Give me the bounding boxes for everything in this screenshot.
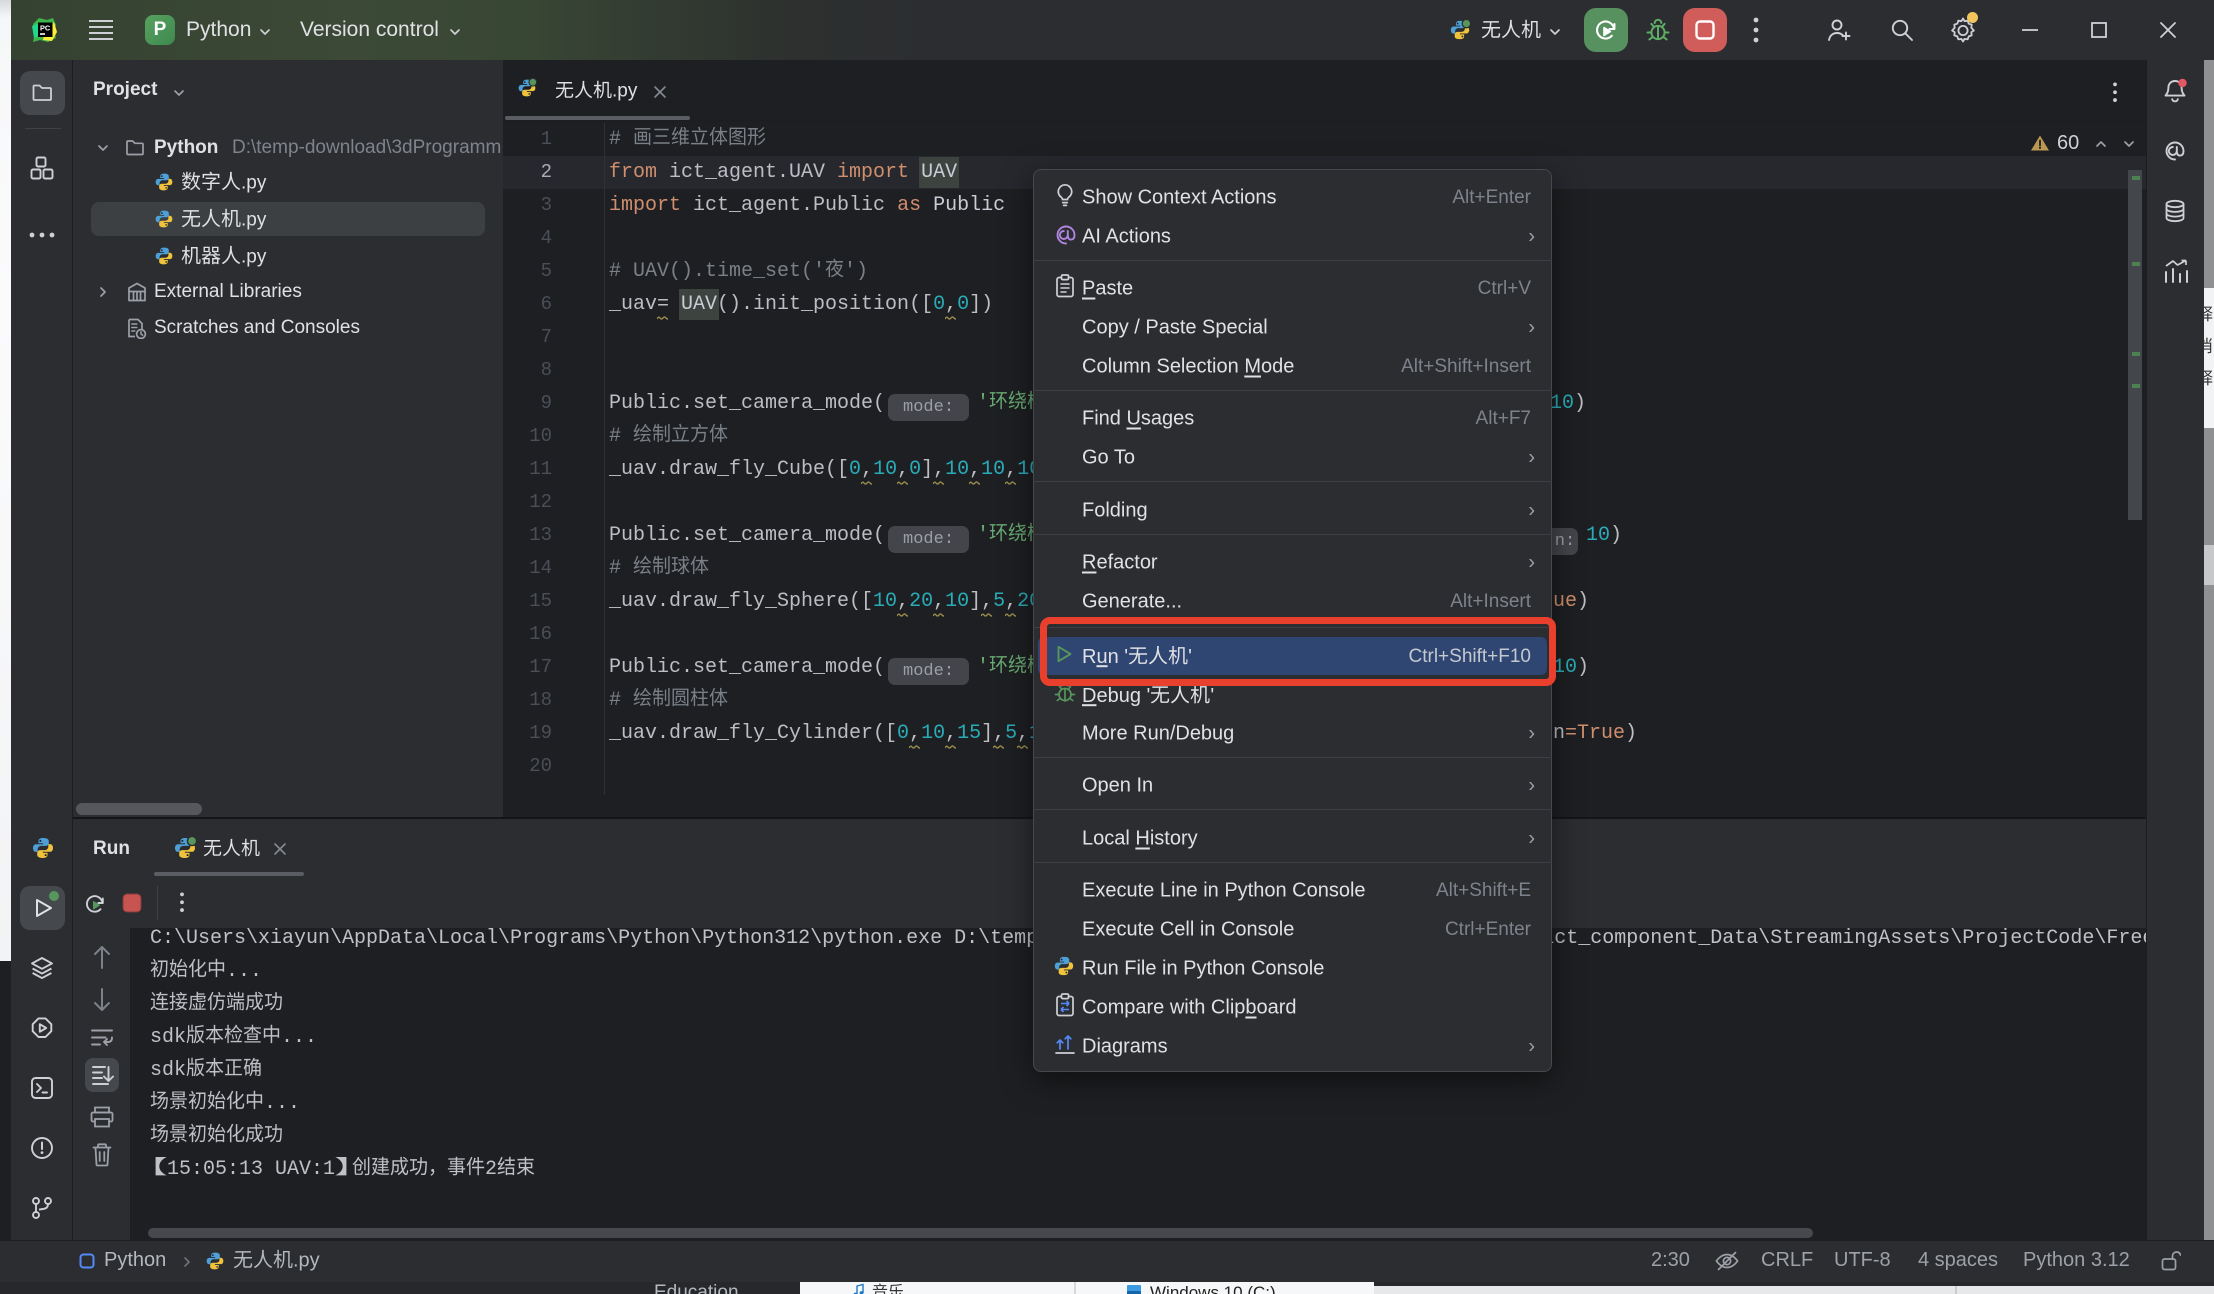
svg-text:PC: PC — [40, 23, 51, 32]
